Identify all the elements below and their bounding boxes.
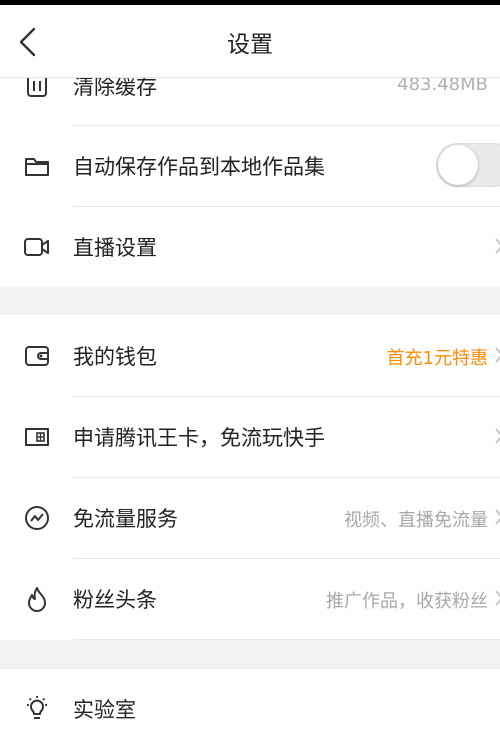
wallet-row[interactable]: 我的钱包 首充1元特惠 xyxy=(0,316,500,396)
flame-icon xyxy=(23,585,51,613)
free-data-label: 免流量服务 xyxy=(73,507,178,531)
sim-card-icon xyxy=(23,423,51,451)
chevron-right-icon xyxy=(494,508,500,526)
auto-save-toggle[interactable] xyxy=(436,143,500,187)
chevron-right-icon xyxy=(494,346,500,364)
wallet-icon xyxy=(23,342,51,370)
chevron-right-icon xyxy=(494,589,500,607)
auto-save-row: 自动保存作品到本地作品集 xyxy=(0,126,500,206)
fans-headline-label: 粉丝头条 xyxy=(73,588,157,612)
live-settings-label: 直播设置 xyxy=(73,236,157,260)
lab-row[interactable]: 实验室 xyxy=(0,669,500,749)
page-title: 设置 xyxy=(227,32,273,58)
live-settings-row[interactable]: 直播设置 xyxy=(0,207,500,287)
free-data-row[interactable]: 免流量服务 视频、直播免流量 xyxy=(0,478,500,558)
toggle-knob xyxy=(438,145,478,185)
lab-label: 实验室 xyxy=(73,698,136,722)
top-bar: 设置 xyxy=(0,0,500,78)
king-card-row[interactable]: 申请腾讯王卡，免流玩快手 xyxy=(0,397,500,477)
lightbulb-icon xyxy=(23,695,51,723)
king-card-label: 申请腾讯王卡，免流玩快手 xyxy=(73,426,325,450)
wallet-label: 我的钱包 xyxy=(73,345,157,369)
chevron-right-icon xyxy=(494,427,500,445)
wallet-promo-value: 首充1元特惠 xyxy=(386,348,488,369)
fans-headline-row[interactable]: 粉丝头条 推广作品，收获粉丝 xyxy=(0,559,500,639)
section-gap xyxy=(0,640,500,669)
fans-headline-value: 推广作品，收获粉丝 xyxy=(326,591,488,612)
video-camera-icon xyxy=(23,233,51,261)
section-gap xyxy=(0,287,500,315)
folder-icon xyxy=(23,152,51,180)
chevron-right-icon xyxy=(494,237,500,255)
free-data-value: 视频、直播免流量 xyxy=(344,510,488,531)
settings-list: 清除缓存 483.48MB 自动保存作品到本地作品集 直播设置 我的钱包 首充1… xyxy=(0,0,500,749)
trend-icon xyxy=(23,504,51,532)
auto-save-label: 自动保存作品到本地作品集 xyxy=(73,155,325,179)
